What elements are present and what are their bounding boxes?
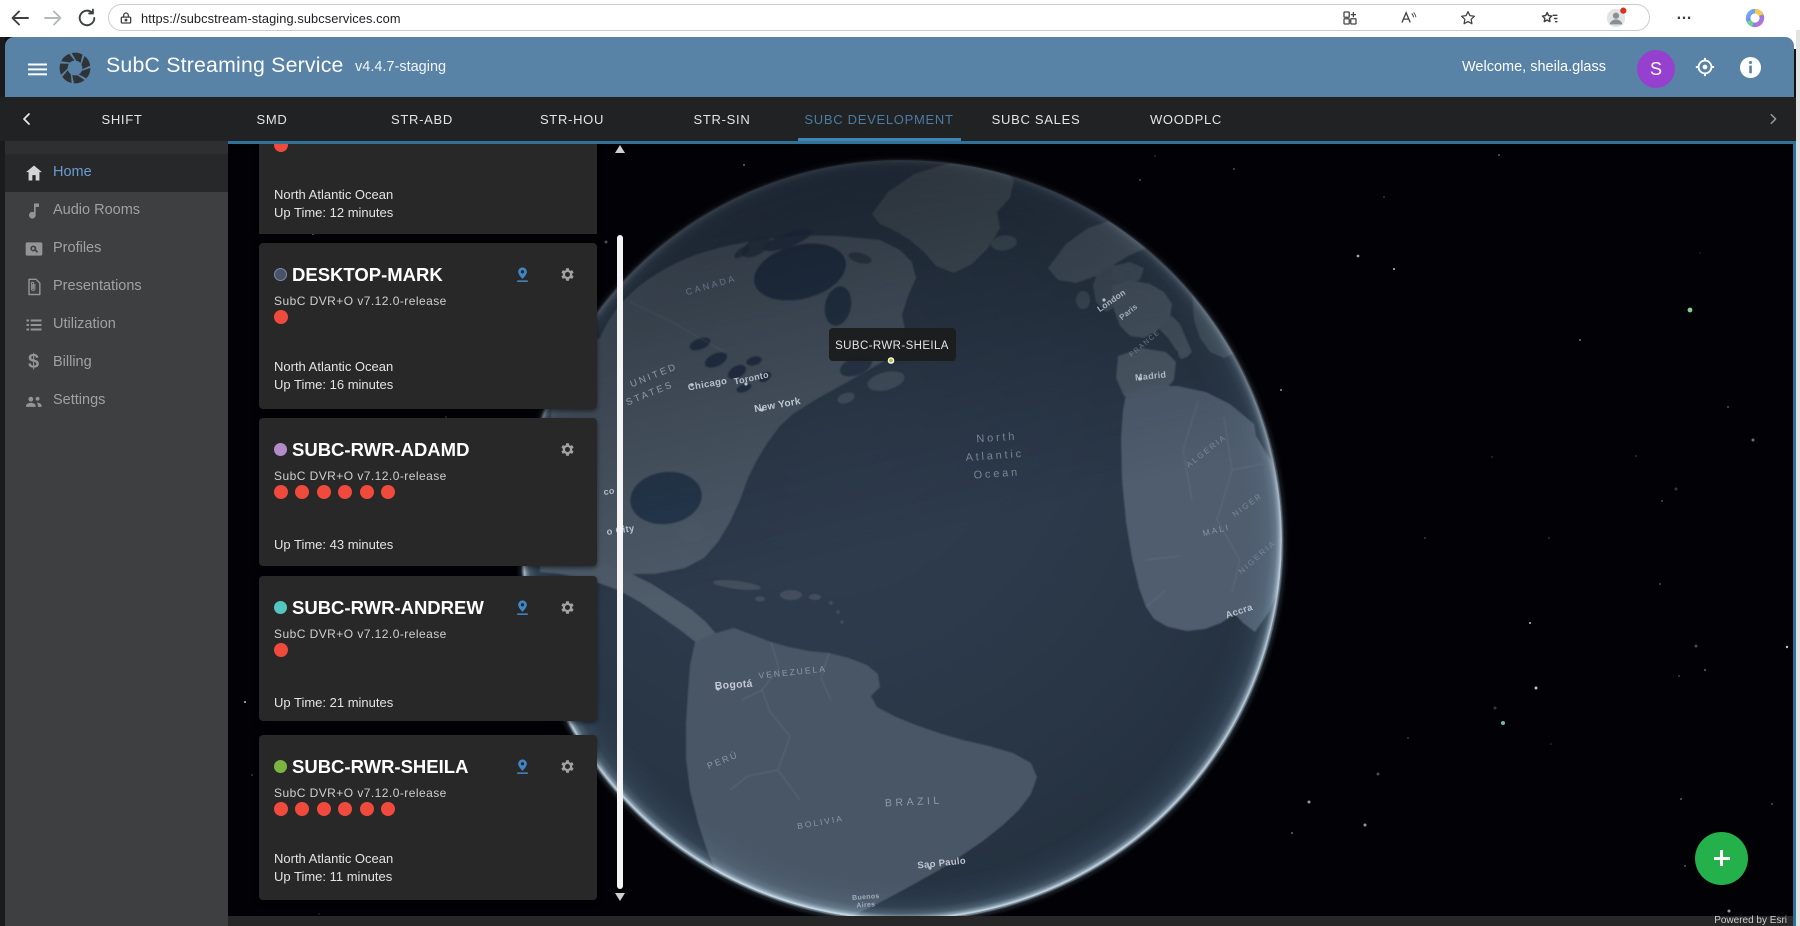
svg-text:SUBC-RWR-SHEILA: SUBC-RWR-SHEILA [835, 340, 949, 352]
svg-text:co: co [603, 486, 616, 497]
svg-text:Aires: Aires [856, 901, 875, 909]
